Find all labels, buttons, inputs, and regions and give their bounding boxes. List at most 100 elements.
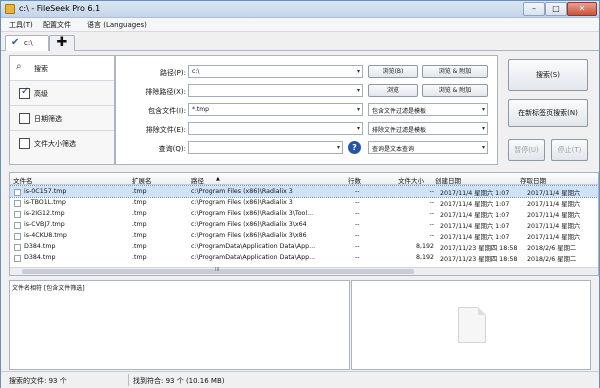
- include-files-label: 包含文件(I):: [148, 107, 186, 115]
- pause-button[interactable]: 暂停(U): [508, 139, 545, 161]
- cell-lines: --: [355, 232, 360, 239]
- chevron-down-icon: ▾: [336, 144, 340, 151]
- cell-size: 8,192: [415, 243, 434, 250]
- cell-lines: --: [355, 221, 360, 228]
- column-header-path[interactable]: 路径: [191, 175, 204, 185]
- table-row[interactable]: is-4CKU8.tmp .tmp c:\Program Files (x86)\R…: [10, 230, 598, 241]
- file-icon: [14, 200, 21, 207]
- chevron-down-icon: ▾: [356, 125, 360, 132]
- nav-item-size-filter[interactable]: 文件大小筛选: [10, 131, 114, 156]
- exclude-path-combo[interactable]: ▾: [188, 84, 363, 97]
- cell-ext: .tmp: [132, 243, 147, 250]
- menu-profiles[interactable]: 配置文件: [43, 20, 71, 30]
- cell-path: c:\ProgramData\Application Data\App...: [191, 254, 316, 261]
- table-row[interactable]: is-2IG12.tmp .tmp c:\Program Files (x86)\R…: [10, 208, 598, 219]
- search-icon: ⌕: [16, 61, 22, 72]
- tab-search[interactable]: ✔ c:\: [5, 35, 49, 51]
- minimize-button[interactable]: –: [523, 2, 545, 16]
- cell-size: --: [429, 199, 434, 206]
- cell-created: 2017/11/23 星期四 18:58: [440, 245, 518, 252]
- new-tab-search-button[interactable]: 在新标签页搜索(N): [508, 99, 588, 127]
- document-icon: [458, 307, 486, 343]
- cell-created: 2017/11/4 星期六 1:07: [440, 223, 510, 230]
- nav-item-date-filter[interactable]: 日期筛选: [10, 106, 114, 131]
- help-icon[interactable]: ?: [348, 141, 361, 154]
- browse-append-button[interactable]: 浏览 & 附加: [422, 65, 488, 78]
- table-row[interactable]: D384.tmp .tmp c:\ProgramData\Application D…: [10, 241, 598, 252]
- browse-exclude-button[interactable]: 浏览: [368, 84, 418, 97]
- cell-size: --: [429, 232, 434, 239]
- exclude-files-combo[interactable]: ▾: [188, 122, 363, 135]
- add-tab-button[interactable]: ✚: [49, 35, 75, 51]
- cell-path: c:\ProgramData\Application Data\App...: [191, 243, 316, 250]
- app-window: c:\ - FileSeek Pro 6.1 – □ ✕ 工具(T) 配置文件 …: [0, 0, 600, 388]
- menu-languages[interactable]: 语言 (Languages): [87, 20, 147, 30]
- query-combo[interactable]: ▾: [188, 141, 343, 154]
- window-title: c:\ - FileSeek Pro 6.1: [19, 4, 101, 13]
- scroll-grip-icon: III: [215, 267, 220, 273]
- column-header-size[interactable]: 文件大小: [398, 175, 424, 185]
- column-header-lines[interactable]: 行数: [348, 175, 361, 185]
- column-header-filename[interactable]: 文件名: [13, 175, 33, 185]
- exclude-path-label: 排除路径(X):: [145, 88, 186, 96]
- nav-label: 文件大小筛选: [34, 140, 76, 148]
- title-bar: c:\ - FileSeek Pro 6.1 – □ ✕: [1, 1, 599, 18]
- cell-created: 2017/11/23 星期四 18:58: [440, 256, 518, 263]
- menu-tools[interactable]: 工具(T): [9, 20, 33, 30]
- date-filter-checkbox[interactable]: [19, 113, 30, 124]
- query-type-value: 查询是文本查询: [372, 146, 415, 153]
- cell-name: is-TBO1L.tmp: [24, 199, 66, 206]
- nav-item-search[interactable]: ⌕ 搜索: [10, 56, 114, 81]
- browse-append-exclude-button[interactable]: 浏览 & 附加: [422, 84, 488, 97]
- app-icon: [5, 4, 15, 14]
- cell-name: is-CVBJ7.tmp: [24, 221, 65, 228]
- table-row[interactable]: is-CVBJ7.tmp .tmp c:\Program Files (x86)\R…: [10, 219, 598, 230]
- exclude-template-select[interactable]: 排除文件过滤是模板 ▾: [368, 122, 488, 135]
- path-combo[interactable]: c:\ ▾: [188, 65, 363, 78]
- nav-label: 日期筛选: [34, 115, 62, 123]
- include-files-combo[interactable]: *.tmp ▾: [188, 103, 363, 116]
- horizontal-scrollbar[interactable]: III: [10, 267, 598, 275]
- status-divider: [128, 374, 129, 386]
- column-header-extension[interactable]: 扩展名: [132, 175, 152, 185]
- size-filter-checkbox[interactable]: [19, 138, 30, 149]
- close-button[interactable]: ✕: [567, 2, 597, 16]
- include-template-select[interactable]: 包含文件过滤是模板 ▾: [368, 103, 488, 116]
- status-files-searched: 搜索的文件: 93 个: [9, 377, 67, 385]
- cell-ext: .tmp: [132, 210, 147, 217]
- chevron-down-icon: ▾: [481, 106, 485, 113]
- table-header: 文件名 扩展名 路径 ▲ 行数 文件大小 创建日期 存取日期: [10, 173, 598, 185]
- advanced-checkbox[interactable]: [19, 86, 30, 99]
- column-header-created[interactable]: 创建日期: [435, 175, 461, 185]
- table-row[interactable]: is-TBO1L.tmp .tmp c:\Program Files (x86)\R…: [10, 197, 598, 208]
- file-icon: [14, 222, 21, 229]
- search-button[interactable]: 搜索(S): [508, 59, 588, 91]
- cell-created: 2017/11/4 星期六 1:07: [440, 190, 510, 197]
- status-bar: 搜索的文件: 93 个 找到符合: 93 个 (10.16 MB): [1, 371, 599, 388]
- cell-path: c:\Program Files (x86)\Radialix 3: [191, 188, 293, 195]
- results-table: 文件名 扩展名 路径 ▲ 行数 文件大小 创建日期 存取日期 is-0C157.…: [9, 172, 599, 276]
- cell-accessed: 2017/11/4 星期六: [527, 190, 581, 197]
- table-row[interactable]: D384.tmp .tmp c:\ProgramData\Application D…: [10, 252, 598, 263]
- query-type-select[interactable]: 查询是文本查询 ▾: [368, 141, 488, 154]
- status-matches: 找到符合: 93 个 (10.16 MB): [133, 377, 225, 385]
- cell-ext: .tmp: [132, 254, 147, 261]
- nav-item-advanced[interactable]: 高级: [10, 81, 114, 106]
- check-icon: ✔: [11, 37, 20, 48]
- cell-name: is-0C157.tmp: [24, 188, 67, 195]
- stop-button[interactable]: 停止(T): [551, 139, 588, 161]
- cell-accessed: 2017/11/4 星期六: [527, 223, 581, 230]
- file-icon: [14, 233, 21, 240]
- maximize-button[interactable]: □: [545, 2, 567, 16]
- cell-name: is-2IG12.tmp: [24, 210, 65, 217]
- cell-size: --: [429, 210, 434, 217]
- include-template-value: 包含文件过滤是模板: [372, 108, 427, 115]
- table-row[interactable]: is-0C157.tmp .tmp c:\Program Files (x86)\R…: [10, 185, 598, 198]
- file-icon: [14, 244, 21, 251]
- file-icon: [14, 255, 21, 262]
- preview-panel: [351, 280, 591, 370]
- chevron-down-icon: ▾: [356, 87, 360, 94]
- match-details-panel: 文件名相符 [包含文件筛选]: [9, 280, 350, 370]
- browse-button[interactable]: 浏览(B): [368, 65, 418, 78]
- column-header-accessed[interactable]: 存取日期: [520, 175, 546, 185]
